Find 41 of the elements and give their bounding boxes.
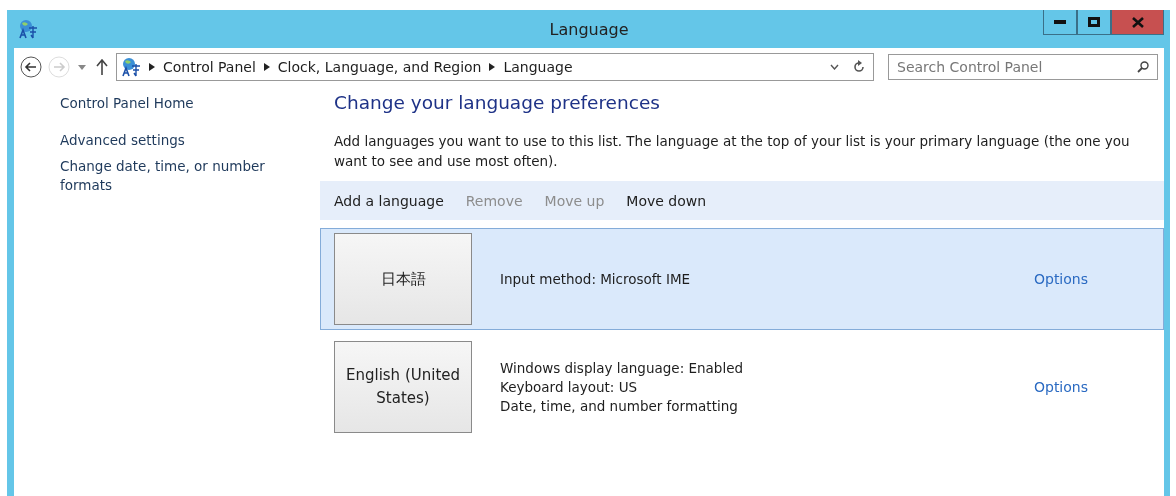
breadcrumb-item[interactable]: Language — [503, 59, 573, 75]
search-field[interactable]: Search Control Panel — [888, 54, 1158, 80]
minimize-icon — [1054, 20, 1066, 24]
maximize-button[interactable] — [1077, 10, 1111, 35]
dropdown-caret-icon — [830, 64, 839, 70]
sidebar-link[interactable]: Advanced settings — [60, 131, 306, 150]
toolbar-button[interactable]: Move down — [626, 192, 707, 209]
back-button[interactable] — [20, 56, 42, 78]
window-title: Language — [548, 20, 630, 39]
up-button[interactable] — [94, 56, 110, 78]
minimize-button[interactable] — [1043, 10, 1077, 35]
address-bar[interactable]: Control Panel Clock, Language, and Region Language — [116, 53, 874, 81]
breadcrumb-arrow-icon — [149, 63, 155, 71]
globe-language-icon — [121, 57, 141, 77]
language-detail: Input method: Microsoft IME — [500, 269, 692, 289]
language-button[interactable]: English (United States) — [334, 341, 472, 433]
language-button[interactable]: 日本語 — [334, 233, 472, 325]
language-row[interactable]: English (United States) Windows display language: Enabled Keyboard layout: US Date, time, and number formatting Options — [320, 338, 1164, 436]
options-link[interactable]: Options — [1033, 379, 1088, 395]
language-row[interactable]: 日本語 Input method: Microsoft IME Options — [320, 228, 1164, 330]
up-arrow-icon — [96, 59, 108, 75]
language-detail: Date, time, and number formatting — [500, 396, 739, 416]
close-icon — [1131, 16, 1144, 28]
search-icon — [1137, 61, 1149, 73]
maximize-icon — [1088, 17, 1100, 27]
breadcrumb-item[interactable]: Control Panel — [163, 59, 256, 75]
breadcrumb-item[interactable]: Clock, Language, and Region — [277, 59, 482, 75]
toolbar-button[interactable]: Add a language — [334, 192, 444, 209]
dropdown-caret-icon — [78, 64, 86, 70]
breadcrumb-arrow-icon — [489, 63, 496, 71]
breadcrumb-arrow-icon — [263, 63, 270, 71]
close-button[interactable] — [1111, 10, 1164, 35]
sidebar-link[interactable]: Control Panel Home — [60, 94, 306, 113]
page-heading: Change your language preferences — [334, 92, 661, 113]
language-detail: Keyboard layout: US — [500, 377, 639, 397]
options-link[interactable]: Options — [1033, 271, 1088, 287]
globe-language-icon — [18, 19, 38, 39]
sidebar-link[interactable]: Change date, time, or number formats — [60, 157, 306, 195]
language-detail: Windows display language: Enabled — [500, 358, 745, 378]
description-text: Add languages you want to use to this list. The language at the top of your list is your primary language (the one you want to see and use most often). — [334, 132, 1131, 171]
refresh-icon — [853, 60, 865, 74]
